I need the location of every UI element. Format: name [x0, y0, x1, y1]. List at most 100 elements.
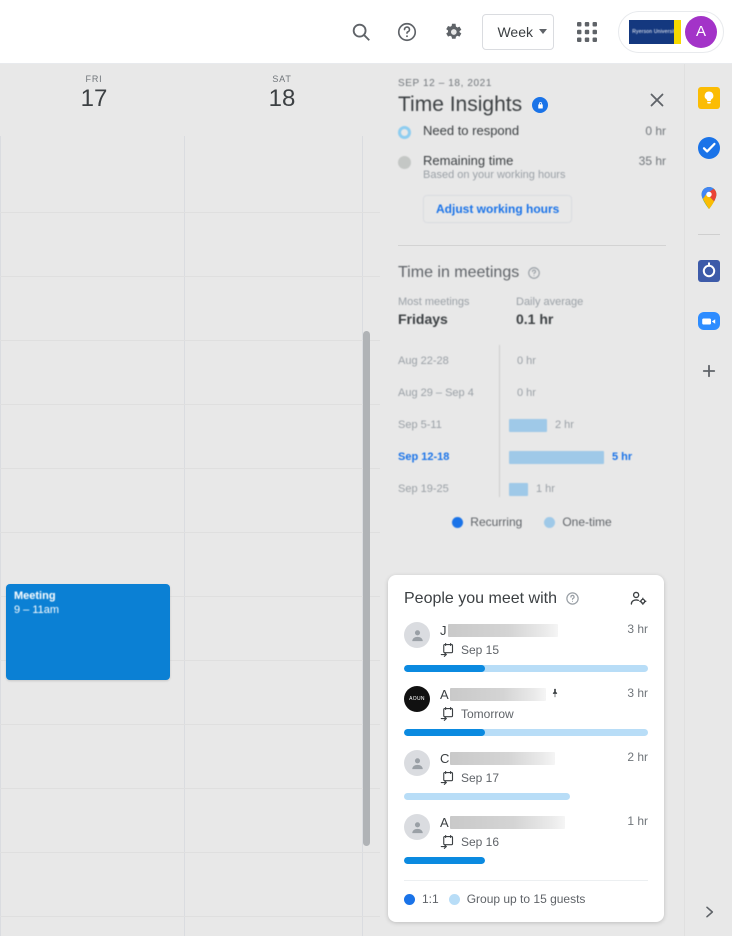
chart-bar-wrap: 0 hr — [499, 387, 666, 399]
calendar-arrow-icon — [440, 642, 455, 657]
legend-label: 1:1 — [422, 892, 439, 906]
event-time: 9 – 11am — [14, 604, 60, 616]
search-icon[interactable] — [341, 12, 381, 52]
redacted-name — [449, 687, 546, 701]
grid-line-horizontal — [0, 340, 380, 341]
grid-line-vertical — [0, 136, 1, 936]
help-icon[interactable] — [387, 12, 427, 52]
list-item[interactable]: J Sep 15 3 hr — [404, 622, 648, 672]
calendar-app: Week Ryerson University A FRI 17 SAT 18 … — [0, 0, 732, 936]
chart-row[interactable]: Aug 29 – Sep 4 0 hr — [398, 377, 666, 409]
redacted-name — [449, 815, 565, 829]
remaining-time-sub: Based on your working hours — [423, 169, 566, 181]
chart-row[interactable]: Sep 19-25 1 hr — [398, 473, 666, 505]
person-next-meeting: Sep 16 — [440, 834, 621, 849]
person-next-meeting-label: Sep 17 — [461, 770, 500, 785]
top-bar: Week Ryerson University A — [0, 0, 732, 64]
divider — [697, 234, 720, 235]
legend-dot-icon — [452, 516, 464, 528]
calendar-arrow-icon — [440, 706, 455, 721]
tasks-icon[interactable] — [693, 132, 725, 164]
people-list: J Sep 15 3 hr AOUN A Tomorrow 3 hr C Sep 17 2 hr A… — [404, 622, 648, 864]
avatar[interactable]: A — [685, 15, 717, 48]
person-next-meeting-label: Sep 15 — [461, 642, 500, 657]
page-title: Time Insights — [398, 93, 523, 116]
day-of-week-label: FRI — [85, 74, 103, 84]
panel-header: SEP 12 – 18, 2021 Time Insights — [380, 64, 684, 123]
chart-bar — [509, 418, 547, 432]
need-to-respond-row[interactable]: Need to respond 0 hr — [398, 123, 666, 139]
chart-bar-value: 0 hr — [517, 355, 536, 367]
most-meetings-value: Fridays — [398, 311, 448, 327]
people-card-header: People you meet with — [404, 589, 648, 608]
avatar — [404, 622, 430, 648]
chart-row-label: Aug 22-28 — [398, 355, 449, 367]
calendar-arrow-icon — [440, 770, 455, 785]
calendar-scrollbar[interactable] — [363, 331, 370, 846]
person-time-bar — [404, 793, 570, 800]
lock-icon — [532, 97, 549, 113]
person-name: A — [440, 814, 621, 830]
person-name: J — [440, 622, 621, 638]
grid-line-horizontal — [0, 788, 380, 789]
side-apps-rail — [684, 64, 732, 936]
view-selector[interactable]: Week — [482, 13, 554, 50]
calendar-arrow-icon — [440, 834, 455, 849]
manage-people-icon[interactable] — [629, 589, 648, 608]
remaining-time-value: 35 hr — [638, 154, 666, 168]
person-time-bar — [404, 665, 648, 672]
grid-line-horizontal — [0, 916, 380, 917]
avatar — [404, 814, 430, 840]
view-selector-label: Week — [497, 23, 533, 40]
apps-grid-icon[interactable] — [567, 12, 607, 52]
person-next-meeting-label: Sep 16 — [461, 834, 500, 849]
chart-bar-value: 2 hr — [555, 419, 574, 431]
add-addon-icon[interactable] — [693, 355, 725, 387]
chart-legend: Recurring One-time — [398, 515, 666, 529]
day-number-label: 17 — [80, 85, 108, 112]
chart-row[interactable]: Sep 12-18 5 hr — [398, 441, 666, 473]
gear-icon[interactable] — [433, 12, 473, 52]
remaining-time-row[interactable]: Remaining time Based on your working hou… — [398, 153, 666, 181]
chart-row[interactable]: Aug 22-28 0 hr — [398, 345, 666, 377]
person-hours: 1 hr — [627, 814, 648, 828]
person-hours: 2 hr — [627, 750, 648, 764]
event-title: Meeting — [14, 590, 56, 602]
calendar-event[interactable]: Meeting 9 – 11am — [6, 584, 170, 680]
chart-bar — [509, 450, 604, 464]
calendar-day-header[interactable]: SAT 18 — [188, 64, 376, 136]
legend-item: Recurring — [452, 515, 522, 529]
keep-icon[interactable] — [693, 82, 725, 114]
grid-line-horizontal — [0, 212, 380, 213]
daily-average-key: Daily average — [516, 296, 584, 308]
chart-bar-wrap: 2 hr — [499, 418, 666, 432]
list-item[interactable]: AOUN A Tomorrow 3 hr — [404, 686, 648, 736]
list-item[interactable]: A Sep 16 1 hr — [404, 814, 648, 864]
adjust-working-hours-button[interactable]: Adjust working hours — [423, 195, 573, 223]
person-next-meeting: Tomorrow — [440, 706, 621, 721]
legend-dot-icon — [544, 516, 556, 528]
maps-icon[interactable] — [693, 182, 725, 214]
person-time-bar-fill — [404, 857, 485, 864]
most-meetings-key: Most meetings — [398, 296, 470, 308]
person-time-bar — [404, 857, 485, 864]
chart-row[interactable]: Sep 5-11 2 hr — [398, 409, 666, 441]
account-chip[interactable]: Ryerson University A — [618, 10, 724, 53]
grid-line-horizontal — [0, 468, 380, 469]
zoom-icon[interactable] — [693, 305, 725, 337]
list-item[interactable]: C Sep 17 2 hr — [404, 750, 648, 800]
calendar-day-header[interactable]: FRI 17 — [0, 64, 188, 136]
close-icon[interactable] — [646, 89, 670, 113]
help-circle-icon[interactable] — [565, 591, 580, 606]
most-meetings-stat: Most meetings Fridays — [398, 296, 516, 327]
calendar-body[interactable]: Meeting 9 – 11am — [0, 136, 380, 936]
legend-item: Group up to 15 guests — [448, 892, 585, 906]
app-icon[interactable] — [693, 255, 725, 287]
chevron-right-icon[interactable] — [685, 904, 732, 920]
status-dot-icon — [398, 156, 411, 169]
remaining-time-label: Remaining time — [423, 153, 514, 168]
grid-line-vertical — [184, 136, 185, 936]
chart-row-label: Sep 5-11 — [398, 419, 442, 431]
help-circle-icon[interactable] — [527, 266, 541, 280]
person-time-bar — [404, 729, 648, 736]
